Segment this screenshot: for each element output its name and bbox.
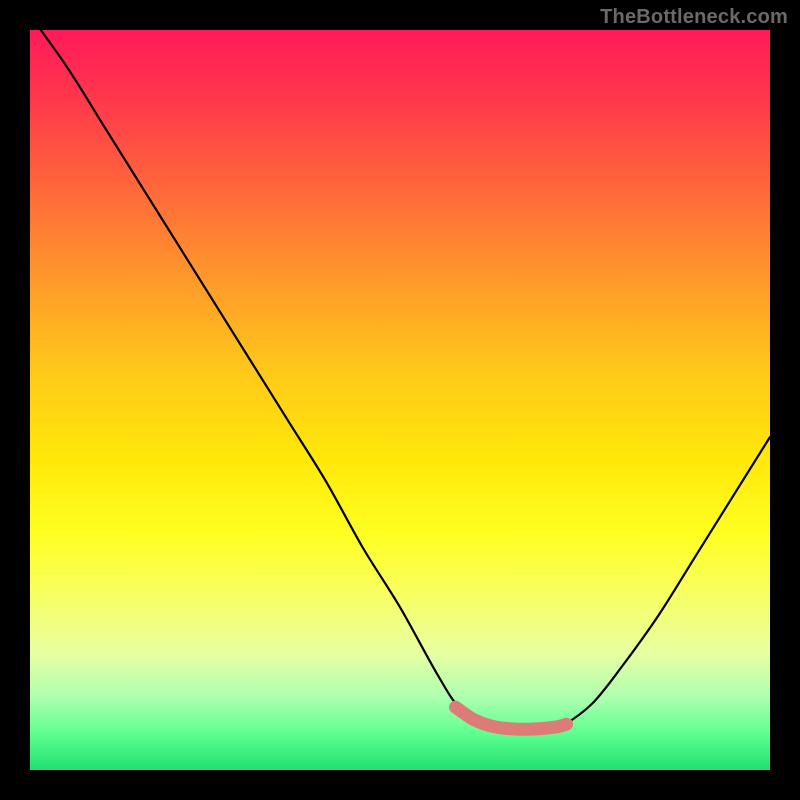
highlight-segment — [456, 707, 567, 729]
curve-line — [30, 15, 770, 730]
plot-area — [30, 30, 770, 770]
chart-svg — [30, 30, 770, 770]
chart-frame: TheBottleneck.com — [0, 0, 800, 800]
watermark-text: TheBottleneck.com — [600, 6, 788, 29]
